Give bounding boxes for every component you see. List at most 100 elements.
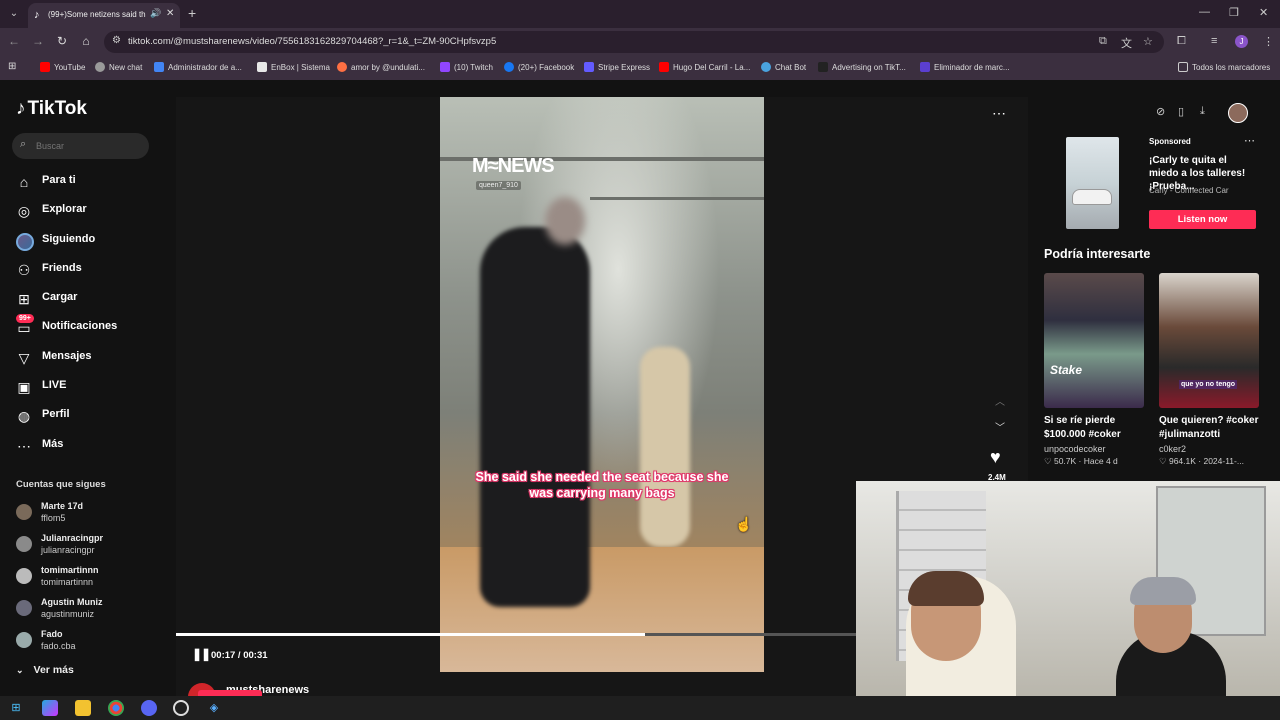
bookmark-star-icon[interactable]: ☆	[1143, 35, 1153, 48]
media-control-icon[interactable]: ≡	[1211, 35, 1217, 47]
search-input[interactable]	[36, 138, 141, 154]
minimize-icon[interactable]: —	[1199, 6, 1210, 18]
suggested-user[interactable]: unpocodecoker	[1044, 444, 1144, 454]
bookmark-new-chat[interactable]: New chat	[95, 62, 142, 72]
sidebar-item-siguiendo[interactable]: Siguiendo	[16, 229, 156, 258]
pause-icon[interactable]: ❚❚	[192, 647, 211, 661]
all-bookmarks[interactable]: Todos los marcadores	[1178, 62, 1270, 72]
bookmark-facebook[interactable]: (20+) Facebook	[504, 62, 574, 72]
next-video-icon[interactable]: ﹀	[995, 419, 1005, 434]
bookmark-eliminador[interactable]: Eliminador de marc...	[920, 62, 1010, 72]
forward-icon[interactable]: →	[30, 34, 46, 48]
windows-start-icon[interactable]: ⊞	[8, 700, 24, 716]
user-avatar[interactable]	[1228, 103, 1248, 123]
coins-icon[interactable]: ⊘	[1156, 105, 1165, 118]
suggested-user[interactable]: c0ker2	[1159, 444, 1259, 454]
bookmark-hugo[interactable]: Hugo Del Carril - La...	[659, 62, 750, 72]
sidebar-item-live[interactable]: ▣ LIVE	[16, 375, 156, 404]
bookmark-enbox[interactable]: EnBox | Sistema	[257, 62, 330, 72]
apps-grid-icon[interactable]: ⊞	[8, 61, 16, 72]
device-icon[interactable]: ▯	[1178, 105, 1184, 118]
like-heart-icon[interactable]: ♥	[990, 447, 1001, 468]
file-explorer-icon[interactable]	[75, 700, 91, 716]
suggested-video[interactable]: que yo no tengo Que quieren? #coker #jul…	[1159, 273, 1259, 467]
following-account[interactable]: Marte 17d fflom5	[16, 500, 156, 532]
suggested-caption[interactable]: Que quieren? #coker #julimanzotti	[1159, 414, 1259, 442]
app-icon[interactable]: ◈	[206, 700, 222, 716]
bookmark-chat-bot[interactable]: Chat Bot	[761, 62, 806, 72]
address-bar[interactable]: ⚙ tiktok.com/@mustsharenews/video/755618…	[104, 31, 1164, 53]
sponsored-label: Sponsored	[1149, 137, 1191, 146]
ads-icon	[154, 62, 164, 72]
tab-audio-icon[interactable]: 🔊	[150, 8, 161, 19]
ad-more-icon[interactable]: ⋯	[1244, 134, 1255, 147]
video-watermark-user: queen7_910	[476, 181, 521, 190]
cast-icon[interactable]: ⧉	[1099, 35, 1107, 48]
browser-menu-icon[interactable]: ⋮	[1263, 35, 1274, 48]
bookmark-stripe[interactable]: Stripe Express	[584, 62, 650, 72]
new-tab-button[interactable]: +	[188, 6, 196, 20]
previous-video-icon[interactable]: ︿	[995, 393, 1005, 408]
sidebar-item-cargar[interactable]: ⊞ Cargar	[16, 287, 156, 316]
video-passenger	[640, 347, 690, 547]
avatar	[16, 536, 32, 552]
webcam-person-left-hair	[908, 571, 984, 606]
sidebar-nav: ⌂ Para ti ◎ Explorar Siguiendo ⚇ Friends ⊞ C…	[16, 170, 156, 463]
url-text[interactable]: tiktok.com/@mustsharenews/video/75561831…	[128, 36, 496, 47]
suggested-meta: ♡ 50.7K · Hace 4 d	[1044, 456, 1118, 466]
search-box[interactable]: ⌕	[12, 133, 149, 159]
tiktok-logo[interactable]: ♪ TikTok	[16, 98, 87, 120]
following-account[interactable]: Agustin Muniz agustinmuniz	[16, 596, 156, 628]
video-player[interactable]: M≈NEWS queen7_910 She said she needed th…	[440, 97, 764, 672]
suggested-thumbnail[interactable]: Stake	[1044, 273, 1144, 408]
obs-icon[interactable]	[173, 700, 189, 716]
copilot-icon[interactable]	[42, 700, 58, 716]
following-account[interactable]: Fado fado.cba	[16, 628, 156, 660]
sponsored-ad[interactable]: Sponsored ⋯ ¡Carly te quita el miedo a l…	[1044, 134, 1260, 234]
back-icon[interactable]: ←	[6, 34, 22, 48]
profile-avatar[interactable]: J	[1235, 35, 1248, 48]
avatar	[16, 632, 32, 648]
home-icon[interactable]: ⌂	[78, 34, 94, 48]
more-options-icon[interactable]: ⋯	[992, 105, 1007, 122]
discord-icon[interactable]	[141, 700, 157, 716]
suggested-thumbnail[interactable]: que yo no tengo	[1159, 273, 1259, 408]
listen-now-button[interactable]: Listen now	[1149, 210, 1256, 229]
following-account[interactable]: Julianracingpr julianracingpr	[16, 532, 156, 564]
tab-search-chevron-icon[interactable]: ⌄	[6, 6, 22, 22]
restore-icon[interactable]: ❐	[1229, 6, 1239, 19]
twitch-icon	[440, 62, 450, 72]
following-account[interactable]: tomimartinnn tomimartinnn	[16, 564, 156, 596]
sidebar-item-notificaciones[interactable]: ▭ 99+ Notificaciones	[16, 314, 156, 345]
suggested-video[interactable]: Stake Si se ríe pierde $100.000 #coker u…	[1044, 273, 1144, 467]
see-more-button[interactable]: ⌄ Ver más	[16, 664, 74, 676]
bookmark-twitch[interactable]: (10) Twitch	[440, 62, 493, 72]
close-window-icon[interactable]: ✕	[1259, 6, 1268, 19]
bookmark-tiktok-ads[interactable]: Advertising on TikT...	[818, 62, 906, 72]
sidebar-item-perfil[interactable]: ◍ Perfil	[16, 404, 156, 433]
reload-icon[interactable]: ↻	[54, 34, 70, 48]
chat-icon	[95, 62, 105, 72]
bookmark-youtube[interactable]: YouTube	[40, 62, 85, 72]
translate-icon[interactable]: 文	[1121, 35, 1132, 51]
bookmark-administrador[interactable]: Administrador de a...	[154, 62, 242, 72]
site-info-icon[interactable]: ⚙	[112, 35, 121, 46]
video-person	[480, 227, 590, 607]
sidebar-item-mas[interactable]: ⋯ Más	[16, 434, 156, 463]
sidebar-item-explorar[interactable]: ◎ Explorar	[16, 199, 156, 228]
download-icon[interactable]: ⤓	[1200, 105, 1205, 118]
chrome-icon[interactable]	[108, 700, 124, 716]
browser-tab-active[interactable]: ♪ (99+)Some netizens said th 🔊 ✕	[28, 3, 180, 28]
sidebar-item-mensajes[interactable]: ▽ Mensajes	[16, 346, 156, 375]
more-icon: ⋯	[17, 437, 31, 454]
ad-thumbnail[interactable]	[1066, 137, 1119, 229]
suggested-caption[interactable]: Si se ríe pierde $100.000 #coker	[1044, 414, 1144, 442]
bookmark-amor[interactable]: amor by @undulati...	[337, 62, 425, 72]
extensions-icon[interactable]: ⧠	[1177, 35, 1186, 48]
sidebar-item-para-ti[interactable]: ⌂ Para ti	[16, 170, 156, 199]
suggested-thumb-overlay: Stake	[1050, 363, 1083, 377]
avatar	[16, 600, 32, 616]
upload-icon: ⊞	[18, 291, 30, 308]
sidebar-item-friends[interactable]: ⚇ Friends	[16, 258, 156, 287]
tab-close-icon[interactable]: ✕	[166, 8, 174, 19]
